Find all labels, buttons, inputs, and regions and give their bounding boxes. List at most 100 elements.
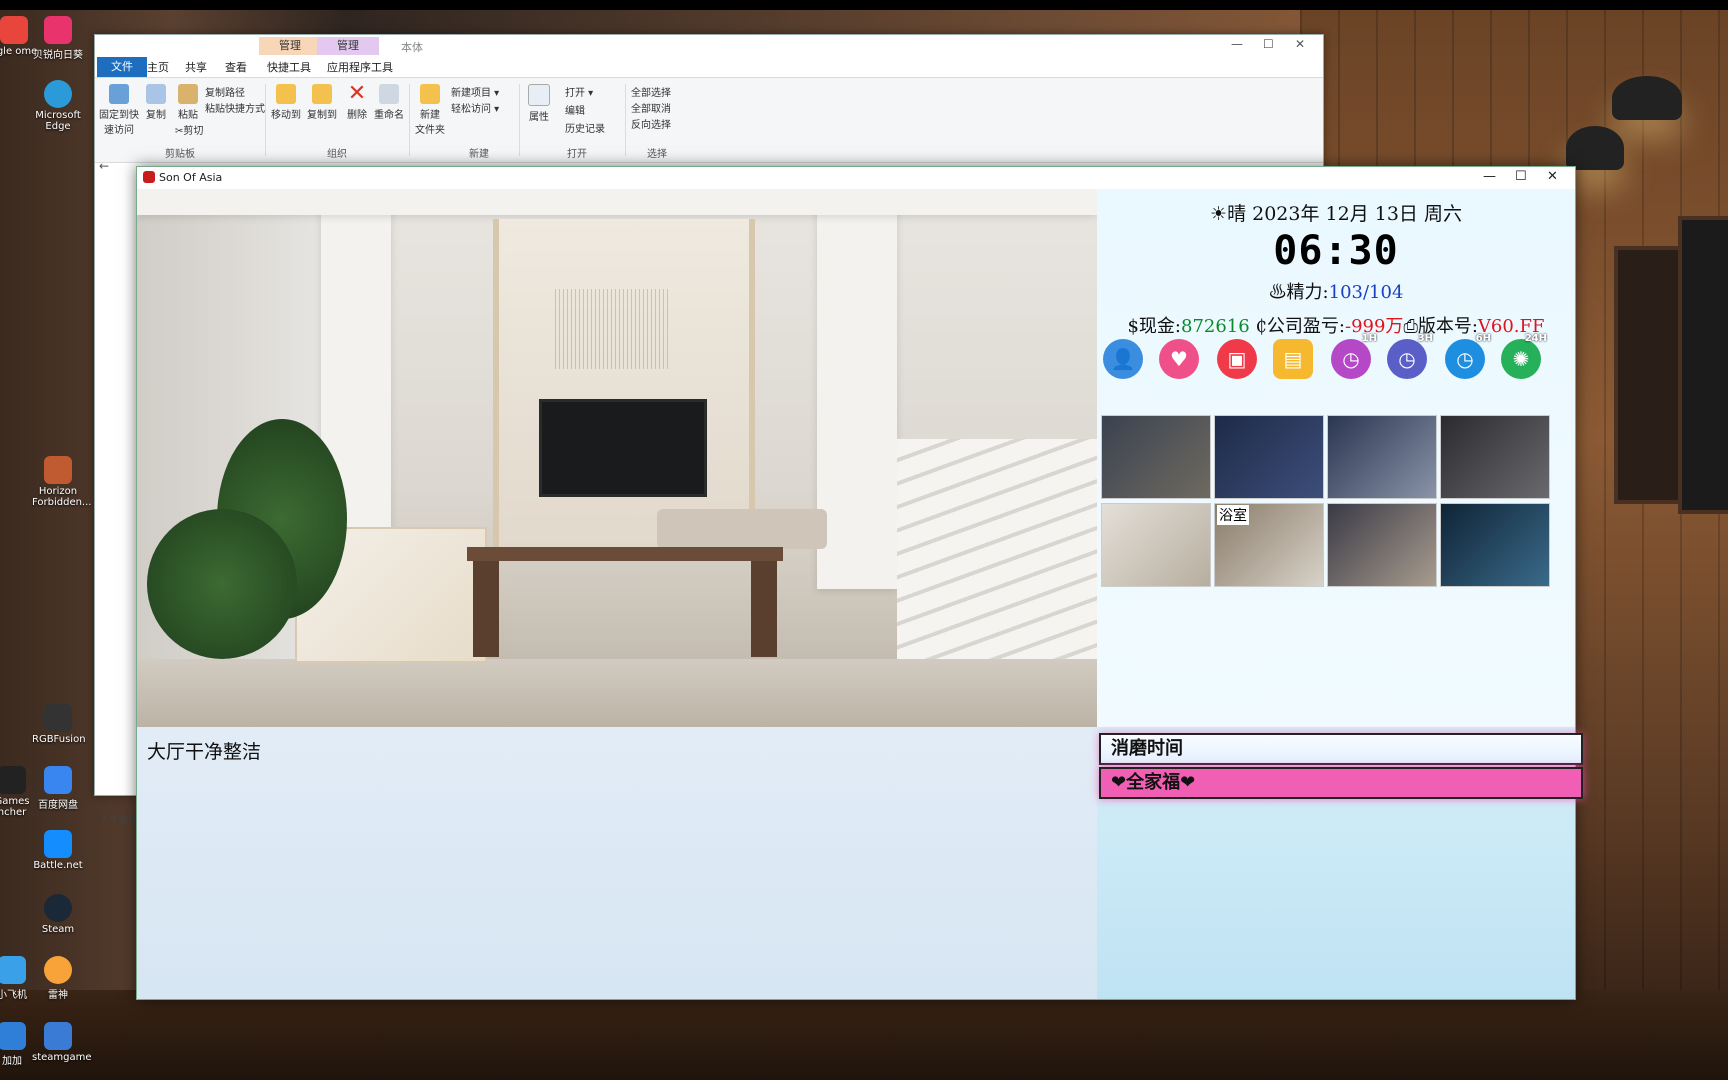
scene-sofa (657, 509, 827, 549)
open-button[interactable]: 打开 ▾ (565, 84, 593, 99)
rename-button[interactable]: 重命名 (373, 84, 405, 121)
desktop-icon-battlenet[interactable]: Battle.net (32, 830, 84, 871)
scene-floor (137, 659, 1097, 727)
desktop-icon-horizon[interactable]: Horizon Forbidden... (32, 456, 91, 508)
context-tab-manage-2[interactable]: 管理 (317, 37, 379, 55)
notepad-icon[interactable]: ▤ (1273, 339, 1313, 379)
minimize-icon[interactable]: — (1483, 169, 1496, 184)
back-arrow-icon[interactable]: ← (99, 159, 109, 173)
easy-access-button[interactable]: 轻松访问 ▾ (451, 100, 499, 115)
properties-button[interactable]: 属性 (525, 84, 553, 123)
desktop-icon-baidu[interactable]: 百度网盘 (32, 766, 84, 811)
contact-add-icon[interactable]: 👤 (1103, 339, 1143, 379)
tab-shortcut-tools[interactable]: 快捷工具 (267, 59, 311, 75)
maximize-icon[interactable]: ☐ (1515, 169, 1527, 184)
location-thumb-bed-dark[interactable] (1440, 415, 1550, 499)
chrome-icon (0, 16, 28, 44)
location-thumb-city-night[interactable] (1440, 503, 1550, 587)
paste-button[interactable]: 粘贴 (173, 84, 203, 121)
desktop-icon-label: 加加 (2, 1056, 22, 1067)
group-new: 新建 (469, 149, 489, 160)
desktop-icon-leishen[interactable]: 雷神 (32, 956, 84, 1001)
aperture-24h-icon[interactable]: ✺ 24H (1501, 333, 1547, 379)
maximize-icon[interactable]: ☐ (1263, 37, 1274, 51)
pin-quick-access-button[interactable]: 固定到快速访问 (99, 84, 139, 136)
desktop-icon-edge[interactable]: Microsoft Edge (32, 80, 84, 132)
new-folder-button[interactable]: 新建 文件夹 (413, 84, 447, 136)
cut-button[interactable]: ✂剪切 (175, 122, 203, 137)
option-pass-time-button[interactable]: 消磨时间 (1099, 733, 1583, 765)
option-family-photo-button[interactable]: ❤全家福❤ (1099, 767, 1583, 799)
history-button[interactable]: 历史记录 (565, 120, 605, 135)
invert-selection-button[interactable]: 反向选择 (631, 116, 671, 131)
desktop-icon-steam[interactable]: Steam (32, 894, 84, 935)
tab-view[interactable]: 查看 (225, 59, 247, 75)
close-icon[interactable]: ✕ (1547, 169, 1558, 184)
desktop-icon-steamgame[interactable]: steamgame (32, 1022, 92, 1063)
badge-24h: 24H (1524, 333, 1547, 344)
bag-glyph: ▣ (1227, 347, 1247, 371)
ribbon-separator (625, 84, 626, 156)
badge-1h: 1H (1361, 333, 1377, 344)
delete-button[interactable]: ✕ 删除 (343, 83, 371, 122)
energy-value: 103/104 (1328, 282, 1404, 303)
top-black-bar (0, 0, 1728, 10)
copy-to-button[interactable]: 复制到 (305, 84, 339, 121)
location-thumb-bed-night[interactable] (1327, 415, 1437, 499)
tab-share[interactable]: 共享 (185, 59, 207, 75)
copy-to-icon (312, 84, 332, 104)
clock-glyph: ◷ (1342, 347, 1360, 371)
select-none-button[interactable]: 全部取消 (631, 100, 671, 115)
new-folder-icon (420, 84, 440, 104)
finance-stats: $现金:872616 ₵公司盈亏:-999万⎙版本号:V60.FF (1097, 312, 1575, 338)
tab-home[interactable]: 主页 (147, 59, 169, 75)
clock-plus-1h-icon[interactable]: ◷ 1H (1331, 333, 1377, 379)
open-label: 打开 (565, 88, 585, 99)
move-to-button[interactable]: 移动到 (269, 84, 303, 121)
leishen-icon (44, 956, 72, 984)
ribbon-separator (265, 84, 266, 156)
desktop-icon-rgbfusion[interactable]: RGBFusion (32, 704, 86, 745)
new-item-button[interactable]: 新建项目 ▾ (451, 84, 499, 99)
group-open: 打开 (567, 149, 587, 160)
company-label: ₵公司盈亏: (1255, 316, 1345, 337)
game-window: Son Of Asia — ☐ ✕ ☀晴 2023年 12月 13日 周六 06… (136, 166, 1583, 1000)
copy-path-button[interactable]: 复制路径 (205, 84, 245, 99)
window-title: Son Of Asia (159, 171, 223, 184)
desktop-icon-sunlogin[interactable]: 贝锐向日葵 (32, 16, 84, 61)
shopping-bag-icon[interactable]: ▣ (1217, 339, 1257, 379)
new-item-label: 新建项目 (451, 88, 491, 99)
description-panel: 大厅干净整洁 (137, 727, 1097, 999)
tab-app-tools[interactable]: 应用程序工具 (327, 59, 393, 75)
copy-button[interactable]: 复制 (141, 84, 171, 121)
desktop-icon-games-launcher[interactable]: Games ncher (0, 766, 38, 818)
notepad-glyph: ▤ (1283, 347, 1303, 371)
clock-glyph: ◷ (1398, 347, 1416, 371)
minimize-icon[interactable]: — (1231, 37, 1243, 51)
wallpaper-poster (1678, 216, 1728, 514)
scene-chandelier (555, 289, 671, 369)
heart-icon[interactable]: ♥ (1159, 339, 1199, 379)
pin-label: 固定到快速访问 (99, 110, 139, 136)
close-icon[interactable]: ✕ (1295, 37, 1305, 51)
scene-tv-wall (493, 219, 755, 549)
desktop-icon-xiaofeiji[interactable]: 小飞机 (0, 956, 38, 1001)
clock-plus-3h-icon[interactable]: ◷ 3H (1387, 333, 1433, 379)
edit-button[interactable]: 编辑 (565, 102, 585, 117)
location-thumb-bathroom[interactable]: 浴室 (1214, 503, 1324, 587)
desktop-icon-jiajia[interactable]: 加加 (0, 1022, 38, 1067)
select-all-button[interactable]: 全部选择 (631, 84, 671, 99)
paste-shortcut-button[interactable]: 粘贴快捷方式 (205, 100, 265, 115)
location-thumb-master-bedroom[interactable] (1327, 503, 1437, 587)
scene-stairs (897, 439, 1097, 669)
location-thumb-bedroom[interactable] (1101, 415, 1211, 499)
location-thumb-sleeping[interactable] (1214, 415, 1324, 499)
paste-shortcut-label: 粘贴快捷方式 (205, 104, 265, 115)
easy-access-label: 轻松访问 (451, 104, 491, 115)
clock-plus-6h-icon[interactable]: ◷ 6H (1445, 333, 1491, 379)
desktop-icon-label: 小飞机 (0, 990, 27, 1001)
pin-icon (109, 84, 129, 104)
context-tab-manage-1[interactable]: 管理 (259, 37, 321, 55)
location-thumb-living-room[interactable] (1101, 503, 1211, 587)
tab-file[interactable]: 文件 (97, 57, 147, 77)
